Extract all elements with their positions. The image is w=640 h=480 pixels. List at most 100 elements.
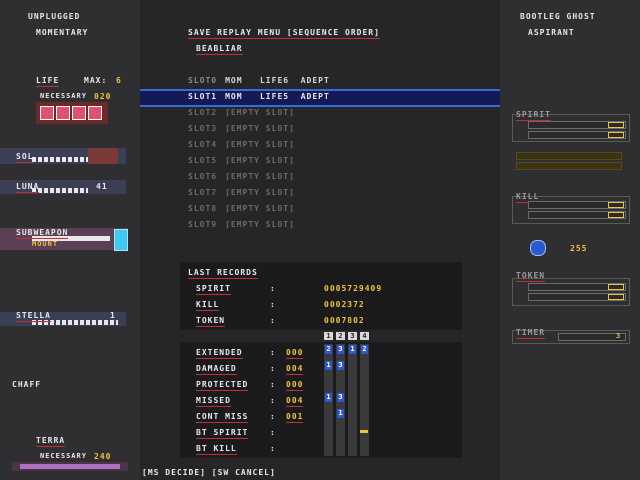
luna-value: 41 xyxy=(96,182,108,191)
grid-mark: 3 xyxy=(337,361,344,370)
grid-mark: 3 xyxy=(337,393,344,402)
ghost-token-gauge-2 xyxy=(528,293,626,301)
slot-text: [EMPTY SLOT] xyxy=(225,172,295,181)
ghost-bar-2 xyxy=(516,162,622,170)
replay-slot-1[interactable]: SLOT1 MOM LIFE5 ADEPT xyxy=(188,92,330,101)
slot-id: SLOT6 xyxy=(188,172,218,181)
terra-bar xyxy=(20,464,120,469)
grid-cell xyxy=(360,360,369,376)
slot-text: MOM LIFE5 ADEPT xyxy=(225,92,330,101)
grid-mark: 3 xyxy=(337,345,344,354)
grid-cell xyxy=(324,376,333,392)
life-hearts-box xyxy=(36,102,108,124)
ghost-title-line2: ASPIRANT xyxy=(528,28,575,37)
grid-cell xyxy=(348,440,357,456)
grid-cell xyxy=(348,392,357,408)
records-token-colon: : xyxy=(270,316,276,325)
ghost-bar-1 xyxy=(516,152,622,160)
grid-header-cell: 2 xyxy=(336,332,345,340)
mode-line1: UNPLUGGED xyxy=(28,12,81,21)
ghost-kill-gauge-1 xyxy=(528,201,626,209)
grid-mark: 1 xyxy=(325,393,332,402)
chaff-label: CHAFF xyxy=(12,380,42,389)
stat-colon: : xyxy=(270,428,276,437)
slot-id: SLOT8 xyxy=(188,204,218,213)
ghost-timer-value: 3 xyxy=(616,332,622,340)
stat-value: 004 xyxy=(286,396,304,407)
slot-text: [EMPTY SLOT] xyxy=(225,220,295,229)
records-token-value: 0007802 xyxy=(324,316,365,325)
life-max-label: MAX: xyxy=(84,76,108,85)
sol-icon xyxy=(88,148,118,164)
necessary-value: 020 xyxy=(94,92,112,101)
life-max-value: 6 xyxy=(116,76,122,85)
stat-label: CONT MISS xyxy=(196,412,249,423)
grid-mark: 1 xyxy=(337,409,344,418)
slot-id: SLOT4 xyxy=(188,140,218,149)
replay-slot-2[interactable]: SLOT2 [EMPTY SLOT] xyxy=(188,108,295,117)
stat-label: MISSED xyxy=(196,396,231,407)
stat-label: EXTENDED xyxy=(196,348,243,359)
records-kill-label: KILL xyxy=(196,300,220,311)
replay-slot-3[interactable]: SLOT3 [EMPTY SLOT] xyxy=(188,124,295,133)
menu-subtitle: BEABLIAR xyxy=(196,44,243,55)
slot-id: SLOT3 xyxy=(188,124,218,133)
stat-colon: : xyxy=(270,396,276,405)
life-heart-icon xyxy=(72,106,86,120)
replay-slot-7[interactable]: SLOT7 [EMPTY SLOT] xyxy=(188,188,295,197)
replay-slot-8[interactable]: SLOT8 [EMPTY SLOT] xyxy=(188,204,295,213)
grid-cell xyxy=(360,392,369,408)
slot-text: [EMPTY SLOT] xyxy=(225,140,295,149)
game-screen: { "left": { "mode_line1": "UNPLUGGED", "… xyxy=(0,0,640,480)
grid-cell xyxy=(348,424,357,440)
mode-line2: MOMENTARY xyxy=(36,28,89,37)
sol-label: SOL xyxy=(16,152,34,163)
stat-label: BT KILL xyxy=(196,444,237,455)
ghost-title-line1: BOOTLEG GHOST xyxy=(520,12,596,21)
life-label: LIFE xyxy=(36,76,60,87)
slot-id: SLOT7 xyxy=(188,188,218,197)
stat-value: 004 xyxy=(286,364,304,375)
slot-text: [EMPTY SLOT] xyxy=(225,108,295,117)
slot-text: [EMPTY SLOT] xyxy=(225,156,295,165)
life-heart-icon xyxy=(40,106,54,120)
records-kill-colon: : xyxy=(270,300,276,309)
ghost-token-label: TOKEN xyxy=(516,271,546,282)
luna-label: LUNA xyxy=(16,182,40,193)
replay-slot-6[interactable]: SLOT6 [EMPTY SLOT] xyxy=(188,172,295,181)
necessary-label: NECESSARY xyxy=(40,92,87,100)
replay-slot-4[interactable]: SLOT4 [EMPTY SLOT] xyxy=(188,140,295,149)
slot-text: [EMPTY SLOT] xyxy=(225,124,295,133)
grid-mark: 1 xyxy=(325,361,332,370)
stat-colon: : xyxy=(270,380,276,389)
stella-value: 1 xyxy=(110,311,116,320)
stat-value: 000 xyxy=(286,380,304,391)
stat-colon: : xyxy=(270,364,276,373)
grid-cell xyxy=(324,440,333,456)
terra-gauge xyxy=(12,462,128,471)
grid-cell xyxy=(348,376,357,392)
menu-title: SAVE REPLAY MENU [SEQUENCE ORDER] xyxy=(188,28,380,39)
slot-text: [EMPTY SLOT] xyxy=(225,204,295,213)
slot-id: SLOT1 xyxy=(188,92,218,101)
records-kill-value: 0002372 xyxy=(324,300,365,309)
grid-cell xyxy=(336,440,345,456)
terra-necessary-value: 240 xyxy=(94,452,112,461)
records-spirit-value: 0005729409 xyxy=(324,284,383,293)
records-spirit-label: SPIRIT xyxy=(196,284,231,295)
replay-slot-9[interactable]: SLOT9 [EMPTY SLOT] xyxy=(188,220,295,229)
records-spirit-colon: : xyxy=(270,284,276,293)
records-title: LAST RECORDS xyxy=(188,268,258,279)
ghost-spirit-label: SPIRIT xyxy=(516,110,551,121)
grid-cell xyxy=(336,376,345,392)
life-heart-icon xyxy=(56,106,70,120)
grid-mark: 2 xyxy=(361,345,368,354)
grid-cell xyxy=(360,408,369,424)
luna-bar xyxy=(32,188,88,193)
replay-slot-0[interactable]: SLOT0 MOM LIFE6 ADEPT xyxy=(188,76,330,85)
stat-colon: : xyxy=(270,348,276,357)
stat-label: DAMAGED xyxy=(196,364,237,375)
stat-label: BT SPIRIT xyxy=(196,428,249,439)
replay-slot-5[interactable]: SLOT5 [EMPTY SLOT] xyxy=(188,156,295,165)
grid-cell xyxy=(336,424,345,440)
